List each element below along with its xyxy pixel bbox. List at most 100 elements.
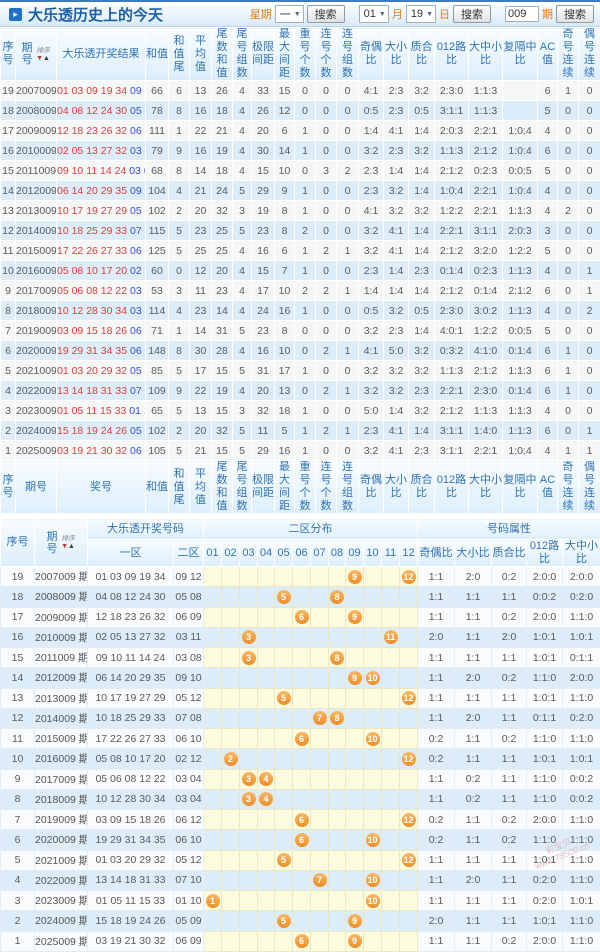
- stat-cell: 104: [146, 181, 169, 201]
- sort-desc-icon[interactable]: ▼: [36, 55, 43, 62]
- table-row: 17200900912 18 23 26 32 06 0911112221420…: [1, 121, 600, 141]
- front-numbers: 01 03 09 19 34: [57, 85, 127, 97]
- week-select-value: 一: [280, 6, 291, 22]
- zone1-numbers: 09 10 11 14 24: [88, 648, 174, 668]
- stat-cell: 3:2: [409, 81, 435, 101]
- sort-asc-icon[interactable]: ▲: [68, 543, 75, 550]
- date-search-button[interactable]: 搜索: [453, 5, 491, 23]
- dist-cell: [382, 931, 400, 951]
- dist-cell: [329, 627, 346, 647]
- stat-cell: 0:1:4: [503, 381, 538, 401]
- dist-cell: 9: [346, 668, 364, 688]
- table-row: 8201800910 12 28 30 34 03 04114423144241…: [1, 301, 600, 321]
- stat-cell: 18: [275, 401, 295, 421]
- dist-cell: [382, 789, 400, 809]
- dist-cell: [222, 789, 240, 809]
- dist-cell: [382, 708, 400, 728]
- stat-cell: 4:0:1: [435, 321, 469, 341]
- back-number-ball: 5: [277, 691, 291, 705]
- stat-cell: 2:1:2: [435, 241, 469, 261]
- page-title: 大乐透历史上的今天: [28, 4, 163, 25]
- stat-cell: 9: [169, 141, 190, 161]
- stat-cell: 29: [252, 441, 275, 461]
- issue-cell: 2023009 期: [35, 891, 88, 911]
- stat-cell: 3:2: [359, 241, 384, 261]
- dist-cell: [329, 607, 346, 627]
- stat-cell: 0: [316, 221, 337, 241]
- back-number-ball: 9: [348, 914, 362, 928]
- sort-control[interactable]: 排序▼▲: [60, 535, 76, 550]
- title-bullet-icon: ▸: [9, 8, 22, 21]
- dist-cell: [346, 688, 364, 708]
- stat-cell: 0: [558, 121, 579, 141]
- dist-cell: [400, 648, 418, 668]
- issue-input[interactable]: [505, 6, 539, 22]
- stat-cell: 0: [337, 301, 359, 321]
- stat-cell: 6: [169, 81, 190, 101]
- dist-cell: [364, 931, 382, 951]
- dist-cell: [258, 911, 275, 931]
- dist-cell: [364, 607, 382, 627]
- stat-cell: [503, 101, 538, 121]
- issue-search-button[interactable]: 搜索: [556, 5, 594, 23]
- back-number-ball: 4: [259, 772, 273, 786]
- stat-cell: 114: [146, 301, 169, 321]
- stat-cell: 1: [295, 241, 316, 261]
- table-row: 6202000919 29 31 34 35 06 10148830284161…: [1, 341, 600, 361]
- issue-cell: 2010009 期: [35, 627, 88, 647]
- stat-cell: 1:4: [409, 421, 435, 441]
- dist-cell: [293, 911, 311, 931]
- day-select[interactable]: 19 ▼: [406, 5, 436, 23]
- stat-cell: 0: [579, 321, 600, 341]
- back-numbers: 05 12: [130, 365, 146, 377]
- t2-subheader-number: 02: [222, 540, 240, 567]
- table-row: 132013009 期10 17 19 27 2905 125121:11:11…: [1, 688, 600, 708]
- week-search-button[interactable]: 搜索: [307, 5, 345, 23]
- stat-cell: 5: [275, 421, 295, 441]
- dist-cell: 11: [382, 627, 400, 647]
- stat-cell: 60: [146, 261, 169, 281]
- seq-cell: 1: [1, 441, 16, 461]
- stat-cell: 12: [275, 101, 295, 121]
- stat-cell: 9: [169, 381, 190, 401]
- back-number-ball: 10: [366, 873, 380, 887]
- stat-cell: 2: [316, 421, 337, 441]
- stat-cell: 1:1:3: [503, 261, 538, 281]
- issue-cell: 2011009: [16, 161, 57, 181]
- stat-cell: 3: [233, 201, 252, 221]
- back-number-ball: 3: [242, 772, 256, 786]
- ratio-cell: 1:1: [418, 668, 455, 688]
- dist-cell: [311, 749, 329, 769]
- ratio-cell: 0:2: [455, 789, 492, 809]
- t1-footer-header: 连号个数: [316, 461, 337, 514]
- stat-cell: 3:2: [384, 201, 409, 221]
- dist-cell: [311, 688, 329, 708]
- dist-cell: [275, 931, 293, 951]
- stat-cell: 0: [579, 101, 600, 121]
- stat-cell: 5: [538, 101, 558, 121]
- chevron-down-icon: ▼: [294, 11, 301, 18]
- t2-subheader-number: 04: [258, 540, 275, 567]
- sort-control[interactable]: 排序▼▲: [35, 47, 51, 62]
- dist-cell: [293, 648, 311, 668]
- stat-cell: 2:3: [384, 321, 409, 341]
- dist-cell: [346, 729, 364, 749]
- issue-cell: 2012009: [16, 181, 57, 201]
- issue-cell: 2014009: [16, 221, 57, 241]
- sort-desc-icon[interactable]: ▼: [61, 543, 68, 550]
- t1-column-header: 大乐透开奖结果: [57, 28, 146, 81]
- stat-cell: 2:3: [359, 181, 384, 201]
- dist-cell: [204, 810, 222, 830]
- week-select[interactable]: 一 ▼: [275, 5, 304, 23]
- stat-cell: 0:5: [359, 301, 384, 321]
- dist-cell: [346, 870, 364, 890]
- t2-subheader-number: 05: [275, 540, 293, 567]
- ratio-cell: 0:2:0: [527, 891, 563, 911]
- month-select[interactable]: 01 ▼: [359, 5, 389, 23]
- sort-asc-icon[interactable]: ▲: [43, 55, 50, 62]
- stat-cell: 2:2:1: [435, 221, 469, 241]
- zone2-distribution-table: 序号 期号排序▼▲ 大乐透开奖号码 二区分布 号码属性 一区二区01020304…: [0, 518, 600, 952]
- ratio-cell: 1:1:0: [563, 850, 600, 870]
- table-row: 82018009 期10 12 28 30 3403 04341:10:21:1…: [1, 789, 600, 809]
- dist-cell: [346, 891, 364, 911]
